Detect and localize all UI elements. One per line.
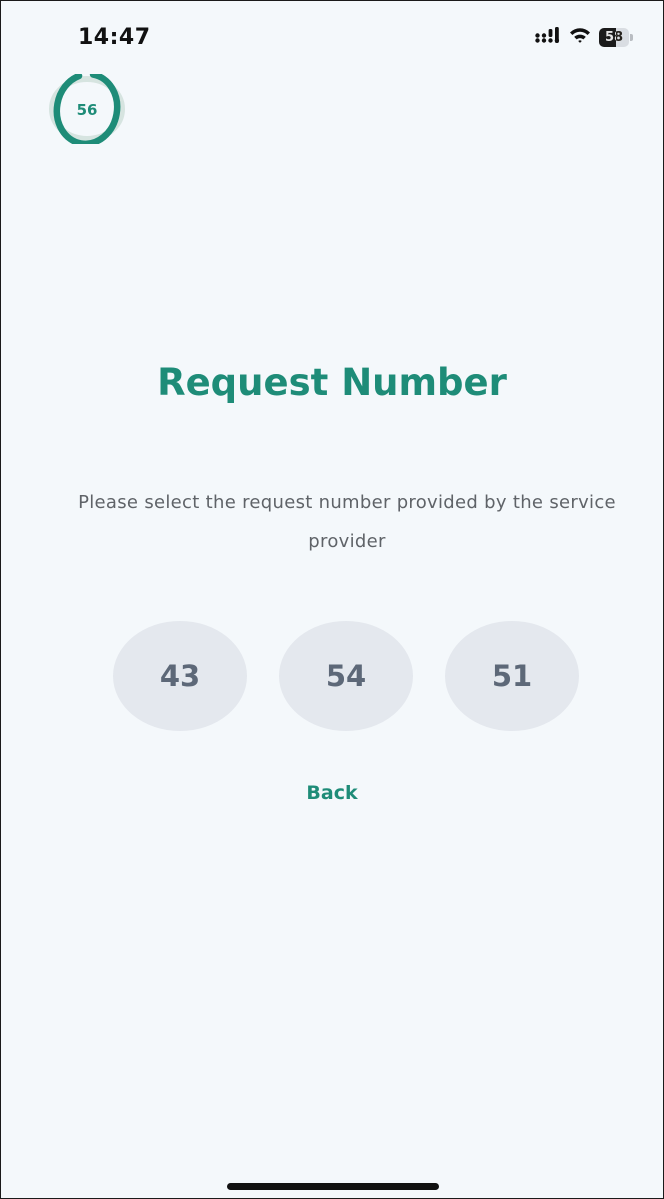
back-button[interactable]: Back [1,782,663,804]
status-time: 14:47 [78,25,151,50]
app-screen: 14:47 58 56 Request Number Please select… [0,0,664,1199]
request-number-options: 43 54 51 [113,621,583,731]
countdown-timer: 56 [47,74,127,144]
battery-level: 58 [604,29,624,45]
status-icons: 58 [535,27,633,47]
battery-icon: 58 [599,27,633,47]
home-indicator[interactable] [227,1183,439,1190]
status-bar: 14:47 58 [1,1,663,71]
timer-value: 56 [76,101,98,119]
request-number-option[interactable]: 51 [445,621,579,731]
instruction-text: Please select the request number provide… [78,492,616,552]
request-number-option[interactable]: 54 [279,621,413,731]
page-title: Request Number [157,361,507,404]
request-number-option[interactable]: 43 [113,621,247,731]
wifi-icon [569,27,591,47]
cellular-signal-icon [535,27,561,47]
